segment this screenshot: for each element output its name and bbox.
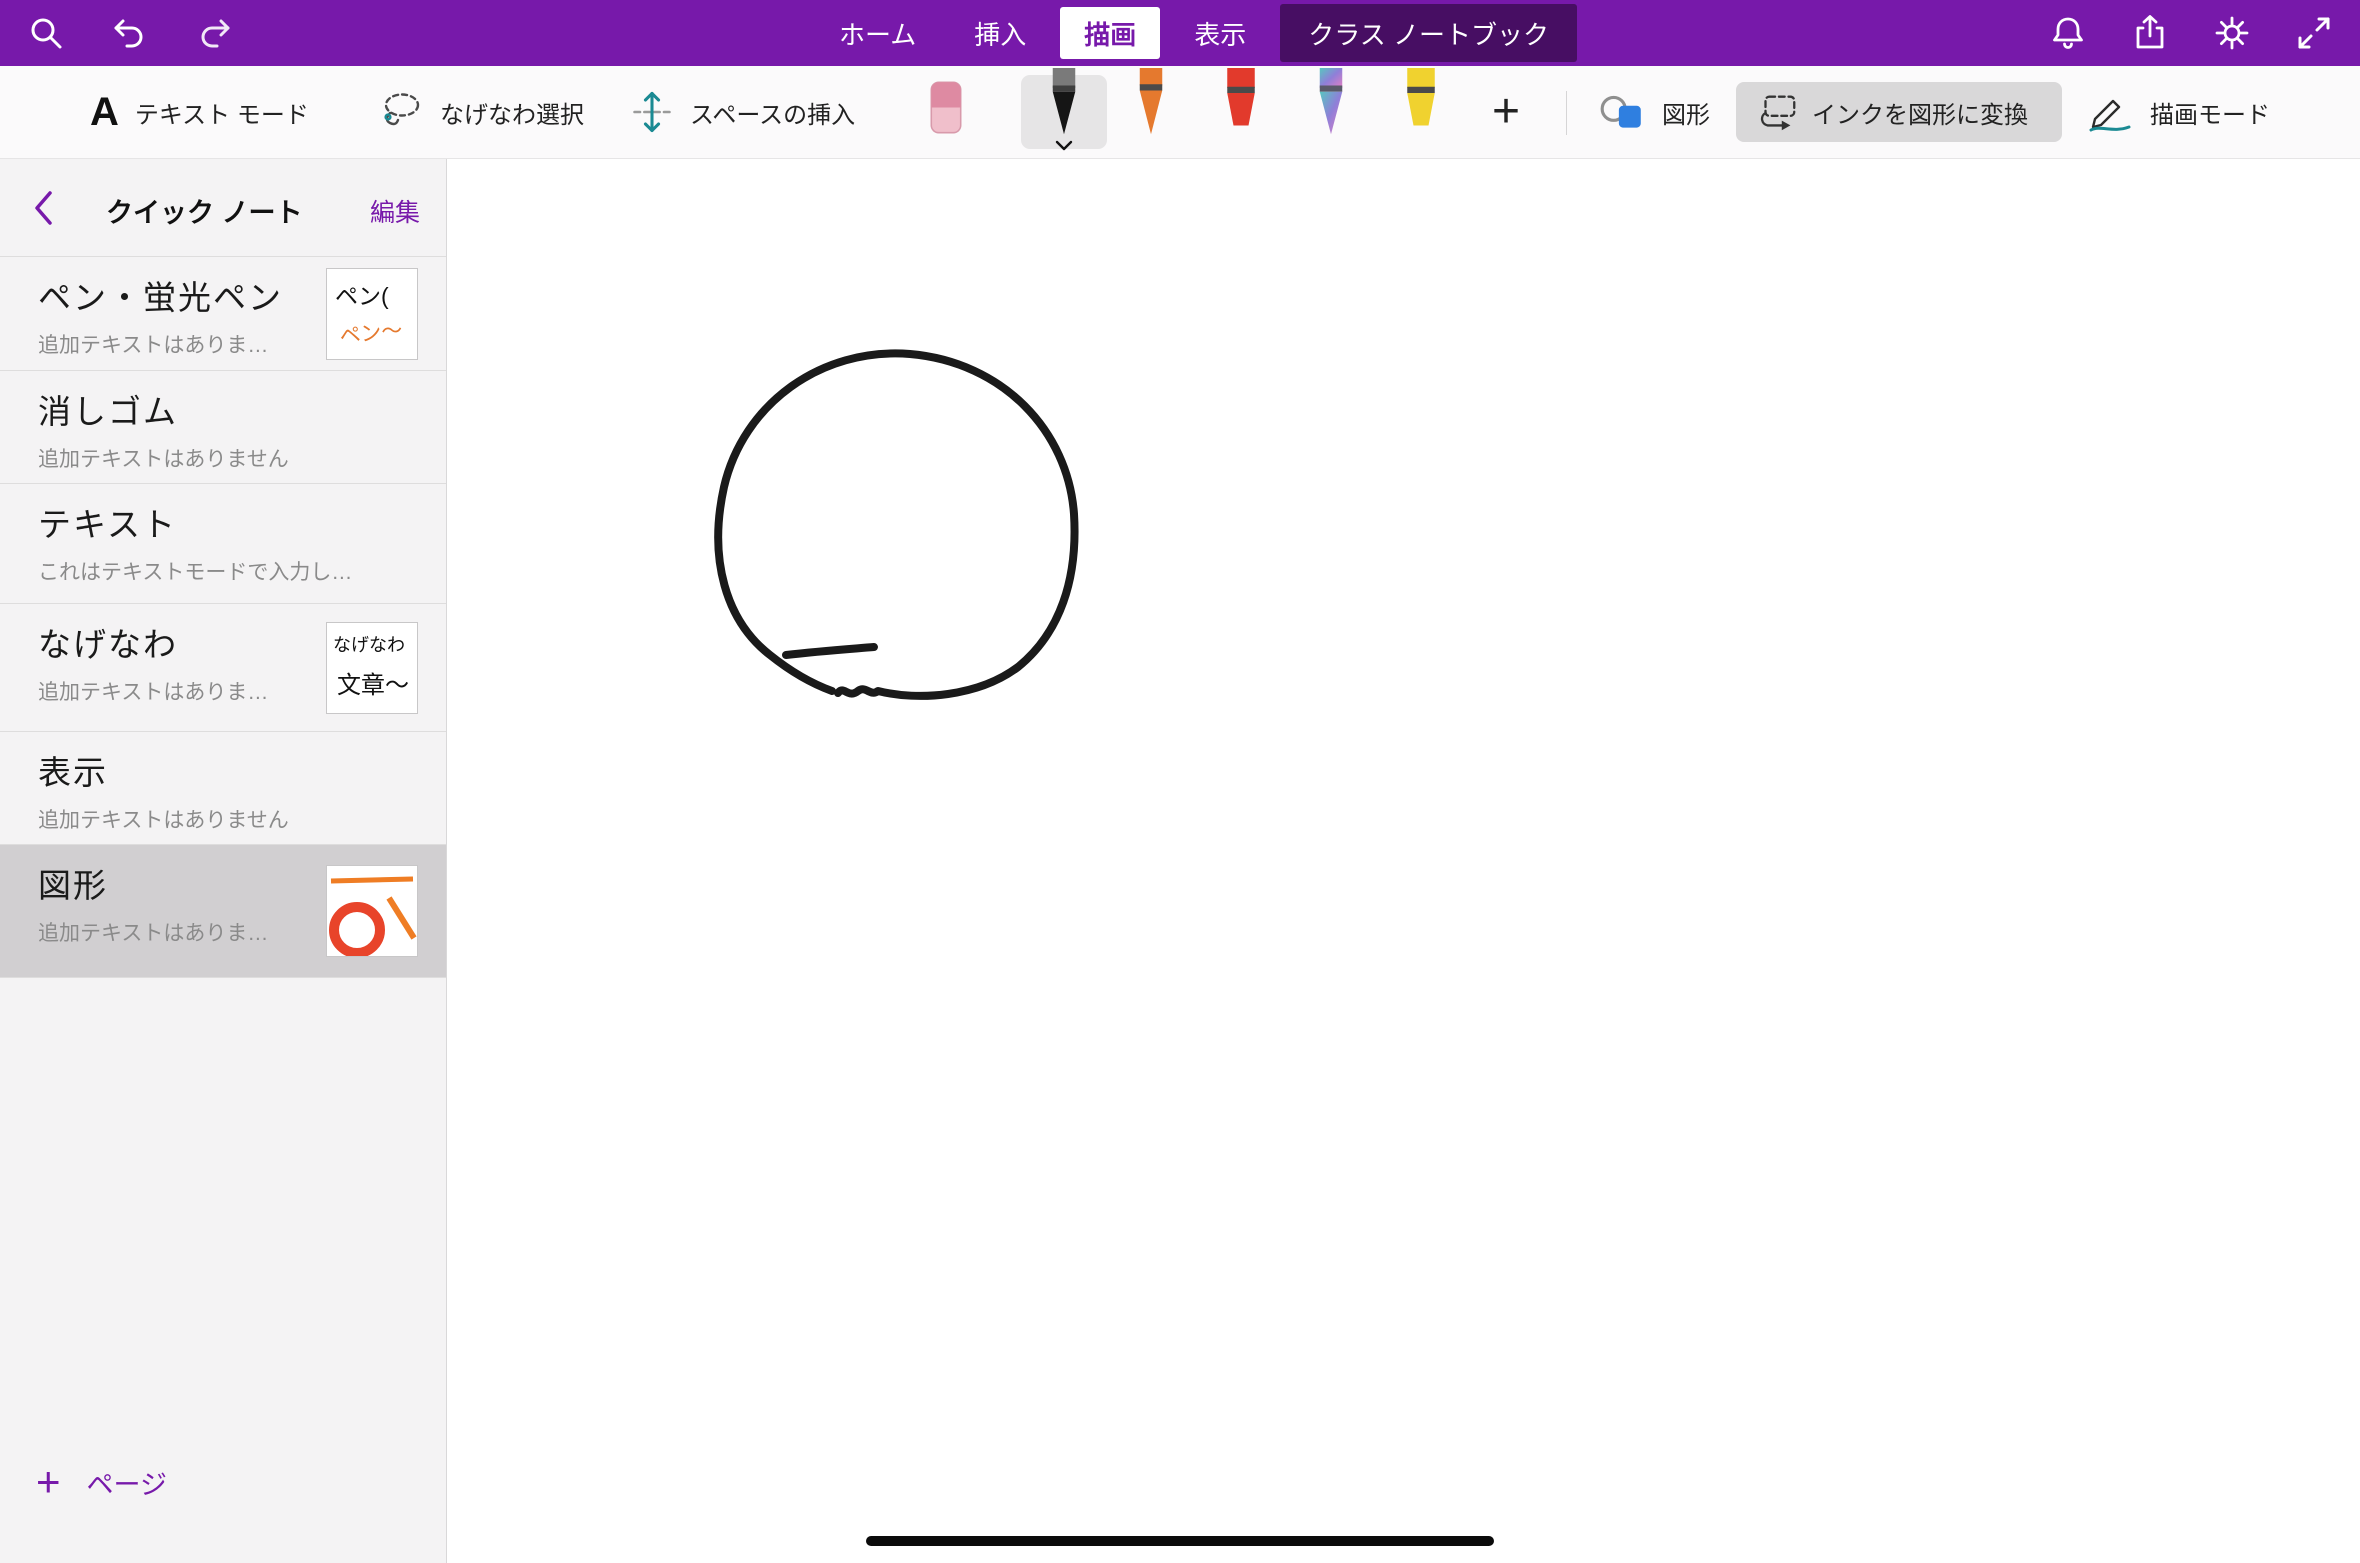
add-page-label: ページ — [87, 1463, 167, 1502]
draw-mode-pencil-icon — [2086, 91, 2134, 133]
rainbow-pen-tool[interactable] — [1306, 68, 1356, 138]
lasso-icon — [378, 90, 424, 134]
red-highlighter-tool[interactable] — [1216, 68, 1266, 138]
thumbnail-ink-text: なげなわ — [327, 623, 417, 657]
tab-view[interactable]: 表示 — [1170, 7, 1270, 59]
undo-icon[interactable] — [110, 13, 150, 53]
page-item-subtitle: 追加テキストはありま… — [38, 329, 338, 359]
toolbar-divider — [1566, 91, 1567, 135]
back-chevron-icon[interactable] — [34, 191, 54, 225]
page-thumbnail: ペン( ペン〜 — [326, 268, 418, 360]
page-item-subtitle: 追加テキストはありません — [38, 804, 428, 834]
thumbnail-ink-shapes — [327, 866, 417, 956]
fullscreen-expand-icon[interactable] — [2294, 13, 2334, 53]
page-item-eraser[interactable]: 消しゴム 追加テキストはありません — [0, 371, 446, 484]
ink-layer — [448, 159, 2360, 1563]
tab-draw-label: 描画 — [1084, 15, 1136, 52]
page-item-title: 表示 — [38, 746, 446, 794]
page-item-subtitle: 追加テキストはありま… — [38, 676, 338, 706]
note-canvas[interactable] — [448, 159, 2360, 1563]
lasso-select-label: なげなわ選択 — [440, 95, 584, 130]
tab-view-label: 表示 — [1194, 15, 1246, 52]
redo-icon[interactable] — [194, 13, 234, 53]
top-bar-right — [2048, 13, 2334, 53]
draw-mode-label: 描画モード — [2150, 95, 2270, 130]
page-item-text[interactable]: テキスト これはテキストモードで入力し… — [0, 484, 446, 604]
yellow-highlighter-tool[interactable] — [1396, 68, 1446, 138]
top-bar: ホーム 挿入 描画 表示 クラス ノートブック — [0, 0, 2360, 66]
thumbnail-ink-text: ペン〜 — [326, 306, 418, 351]
orange-pen-tool[interactable] — [1126, 68, 1176, 138]
page-item-title: 消しゴム — [38, 385, 446, 433]
plus-icon: + — [1492, 88, 1520, 136]
add-page-button[interactable]: + ページ — [36, 1455, 167, 1509]
tab-insert[interactable]: 挿入 — [950, 7, 1050, 59]
ink-stroke-start-tail[interactable] — [786, 647, 874, 655]
settings-gear-icon[interactable] — [2212, 13, 2252, 53]
tab-class-notebook[interactable]: クラス ノートブック — [1280, 4, 1577, 62]
lasso-select-button[interactable]: なげなわ選択 — [378, 66, 584, 158]
tab-home-label: ホーム — [839, 15, 916, 52]
black-pen-tool[interactable] — [1039, 68, 1089, 138]
draw-mode-button[interactable]: 描画モード — [2086, 66, 2270, 158]
page-list-sidebar: クイック ノート 編集 ペン・蛍光ペン 追加テキストはありま… ペン( ペン〜 … — [0, 159, 447, 1563]
convert-ink-icon — [1754, 92, 1800, 132]
text-mode-label: テキスト モード — [135, 95, 309, 130]
text-mode-icon: A — [90, 92, 119, 132]
home-indicator-bar[interactable] — [866, 1536, 1494, 1546]
page-item-view[interactable]: 表示 追加テキストはありません — [0, 732, 446, 845]
notifications-bell-icon[interactable] — [2048, 13, 2088, 53]
ink-stroke-circle[interactable] — [718, 353, 1074, 695]
page-thumbnail: なげなわ 文章〜 — [326, 622, 418, 714]
tab-home[interactable]: ホーム — [815, 7, 940, 59]
top-bar-left — [26, 13, 234, 53]
insert-space-label: スペースの挿入 — [690, 95, 855, 130]
thumbnail-ink-text: ペン( — [327, 269, 417, 311]
eraser-tool[interactable] — [925, 78, 967, 137]
convert-ink-label: インクを図形に変換 — [1812, 95, 2028, 130]
shapes-icon — [1598, 91, 1646, 133]
search-icon[interactable] — [26, 13, 66, 53]
thumbnail-ink-text: 文章〜 — [327, 657, 417, 700]
page-item-title: テキスト — [38, 498, 446, 546]
tab-draw[interactable]: 描画 — [1060, 7, 1160, 59]
shapes-button[interactable]: 図形 — [1598, 66, 1710, 158]
plus-icon: + — [36, 1461, 61, 1503]
tab-insert-label: 挿入 — [974, 15, 1026, 52]
text-mode-button[interactable]: A テキスト モード — [90, 66, 309, 158]
page-item-subtitle: これはテキストモードで入力し… — [38, 556, 428, 586]
notebook-section-title: クイック ノート — [106, 191, 303, 230]
page-thumbnail — [326, 865, 418, 957]
page-item-lasso[interactable]: なげなわ 追加テキストはありま… なげなわ 文章〜 — [0, 604, 446, 732]
insert-space-button[interactable]: スペースの挿入 — [630, 66, 855, 158]
draw-toolbar: A テキスト モード なげなわ選択 ス — [0, 66, 2360, 159]
insert-space-icon — [630, 88, 674, 136]
edit-button[interactable]: 編集 — [370, 193, 420, 229]
page-item-subtitle: 追加テキストはありません — [38, 443, 428, 473]
page-item-shapes-selected[interactable]: 図形 追加テキストはありま… — [0, 845, 446, 978]
ribbon-tabs: ホーム 挿入 描画 表示 クラス ノートブック — [815, 0, 1577, 66]
page-item-subtitle: 追加テキストはありま… — [38, 917, 338, 947]
pen-options-chevron-down-icon[interactable] — [1055, 138, 1073, 149]
shapes-label: 図形 — [1662, 95, 1710, 130]
share-icon[interactable] — [2130, 13, 2170, 53]
onenote-app: ホーム 挿入 描画 表示 クラス ノートブック — [0, 0, 2360, 1563]
convert-ink-to-shape-button[interactable]: インクを図形に変換 — [1736, 82, 2062, 142]
sidebar-header: クイック ノート 編集 — [0, 159, 446, 257]
add-pen-button[interactable]: + — [1492, 66, 1520, 158]
tab-class-notebook-label: クラス ノートブック — [1308, 15, 1549, 52]
page-item-pen-highlighter[interactable]: ペン・蛍光ペン 追加テキストはありま… ペン( ペン〜 — [0, 257, 446, 371]
